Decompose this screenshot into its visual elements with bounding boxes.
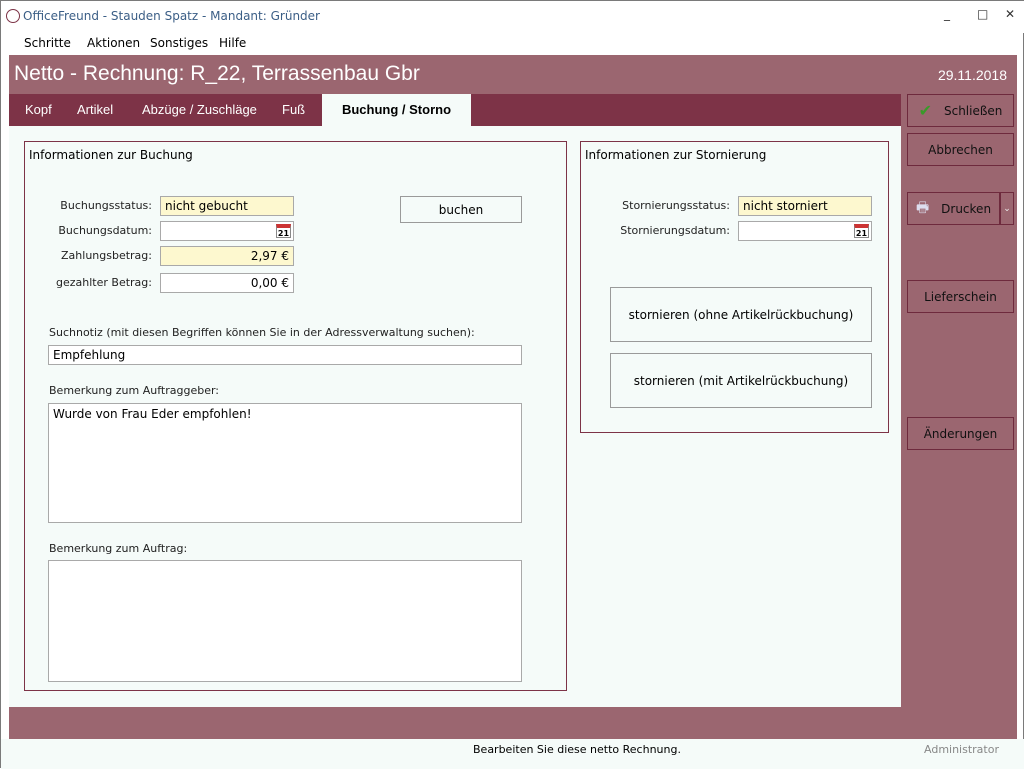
menu-sonstiges[interactable]: Sonstiges — [150, 36, 208, 50]
page-title: Netto - Rechnung: R_22, Terrassenbau Gbr — [14, 62, 420, 85]
menu-schritte[interactable]: Schritte — [24, 36, 71, 50]
buchungsstatus-field: nicht gebucht — [160, 196, 294, 216]
schliessen-label: Schließen — [943, 103, 1003, 118]
aenderungen-button[interactable]: Änderungen — [907, 417, 1014, 450]
tab-buchung-storno[interactable]: Buchung / Storno — [322, 94, 471, 126]
tab-abzuege-zuschlaege[interactable]: Abzüge / Zuschläge — [142, 94, 257, 126]
menu-aktionen[interactable]: Aktionen — [87, 36, 140, 50]
header-date: 29.11.2018 — [937, 67, 1007, 83]
bemerkung-auftraggeber-textarea[interactable]: Wurde von Frau Eder empfohlen! — [48, 403, 522, 523]
calendar-icon[interactable]: 21 — [276, 224, 291, 238]
drucken-dropdown-chevron-icon[interactable]: ⌄ — [1000, 192, 1014, 225]
status-message: Bearbeiten Sie diese netto Rechnung. — [473, 743, 681, 756]
tab-bar: Kopf Artikel Abzüge / Zuschläge Fuß Buch… — [9, 94, 901, 126]
abbrechen-button[interactable]: Abbrechen — [907, 133, 1014, 166]
title-bar: OfficeFreund - Stauden Spatz - Mandant: … — [1, 1, 1024, 33]
schliessen-button[interactable]: ✔ Schließen — [907, 94, 1014, 127]
lieferschein-button[interactable]: Lieferschein — [907, 280, 1014, 313]
tab-artikel[interactable]: Artikel — [77, 94, 113, 126]
zahlungsbetrag-label: Zahlungsbetrag: — [61, 249, 152, 262]
checkmark-icon: ✔ — [918, 101, 932, 120]
buchen-button[interactable]: buchen — [400, 196, 522, 223]
tab-fuss[interactable]: Fuß — [282, 94, 305, 126]
buchungsdatum-label: Buchungsdatum: — [58, 224, 152, 237]
bemerkung-auftrag-textarea[interactable] — [48, 560, 522, 682]
window-title: OfficeFreund - Stauden Spatz - Mandant: … — [23, 9, 320, 23]
content-area: Informationen zur Buchung Buchungsstatus… — [9, 126, 901, 707]
bemerkung-auftrag-label: Bemerkung zum Auftrag: — [49, 542, 188, 555]
drucken-label: Drucken — [941, 201, 992, 216]
stornieren-mit-button[interactable]: stornieren (mit Artikelrückbuchung) — [610, 353, 872, 408]
status-user: Administrator — [924, 743, 999, 756]
stornieren-ohne-button[interactable]: stornieren (ohne Artikelrückbuchung) — [610, 287, 872, 342]
close-window-button[interactable]: ✕ — [1005, 7, 1015, 21]
suchnotiz-input[interactable]: Empfehlung — [48, 345, 522, 365]
gezahlter-betrag-field[interactable]: 0,00 € — [160, 273, 294, 293]
minimize-button[interactable]: _ — [944, 7, 950, 21]
stornierungsstatus-field: nicht storniert — [738, 196, 872, 216]
app-logo-icon — [6, 9, 20, 23]
bemerkung-auftraggeber-label: Bemerkung zum Auftraggeber: — [49, 384, 220, 397]
suchnotiz-label: Suchnotiz (mit diesen Begriffen können S… — [49, 326, 475, 339]
stornierungsdatum-label: Stornierungsdatum: — [620, 224, 730, 237]
gezahlter-betrag-label: gezahlter Betrag: — [56, 276, 152, 289]
status-bar: Bearbeiten Sie diese netto Rechnung. Adm… — [1, 739, 1024, 769]
stornierungsstatus-label: Stornierungsstatus: — [622, 199, 730, 212]
buchung-group-title: Informationen zur Buchung — [29, 148, 193, 162]
maximize-button[interactable]: □ — [977, 7, 988, 21]
buchungsstatus-label: Buchungsstatus: — [60, 199, 152, 212]
menu-hilfe[interactable]: Hilfe — [219, 36, 246, 50]
storno-group-title: Informationen zur Stornierung — [585, 148, 767, 162]
stornierungsdatum-field[interactable]: 21 — [738, 221, 872, 241]
buchungsdatum-field[interactable]: 21 — [160, 221, 294, 241]
printer-icon: 🖶 — [915, 199, 930, 216]
zahlungsbetrag-field: 2,97 € — [160, 246, 294, 266]
drucken-button[interactable]: 🖶 Drucken — [907, 192, 1000, 225]
tab-kopf[interactable]: Kopf — [25, 94, 52, 126]
calendar-icon[interactable]: 21 — [854, 224, 869, 238]
bottom-band — [9, 707, 1017, 739]
